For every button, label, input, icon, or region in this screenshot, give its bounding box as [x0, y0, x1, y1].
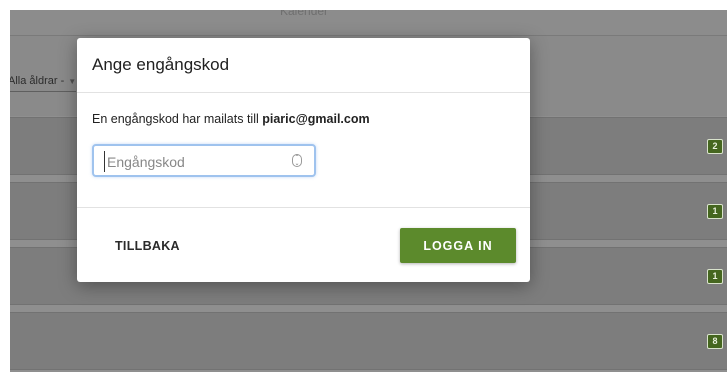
- number-spinner-icon[interactable]: ⌃ ⌄: [292, 154, 302, 167]
- list-item[interactable]: 8: [10, 312, 727, 370]
- age-filter-label: Alla åldrar -: [10, 75, 65, 87]
- count-badge: 1: [707, 204, 723, 219]
- dialog-email: piaric@gmail.com: [262, 112, 370, 126]
- chevron-down-icon: ▼: [68, 76, 77, 86]
- back-button[interactable]: TILLBAKA: [103, 228, 192, 263]
- count-badge: 2: [707, 139, 723, 154]
- login-button[interactable]: LOGGA IN: [400, 228, 516, 263]
- dialog-footer: TILLBAKA LOGGA IN: [77, 208, 530, 282]
- dialog-title: Ange engångskod: [92, 55, 230, 74]
- dialog-message: En engångskod har mailats till piaric@gm…: [92, 112, 370, 126]
- top-bar-title: Kalender: [280, 10, 329, 18]
- one-time-code-input[interactable]: [104, 151, 289, 172]
- code-input-container[interactable]: ⌃⌄: [92, 144, 316, 177]
- dialog-header: Ange engångskod: [77, 38, 530, 93]
- dialog-body: En engångskod har mailats till piaric@gm…: [77, 93, 530, 208]
- one-time-code-dialog: Ange engångskod En engångskod har mailat…: [77, 38, 530, 282]
- top-bar: Kalender: [10, 10, 727, 36]
- count-badge: 1: [707, 269, 723, 284]
- age-filter-select[interactable]: Alla åldrar - ▼: [10, 75, 77, 92]
- dialog-message-text: En engångskod har mailats till: [92, 112, 263, 126]
- count-badge: 8: [707, 334, 723, 349]
